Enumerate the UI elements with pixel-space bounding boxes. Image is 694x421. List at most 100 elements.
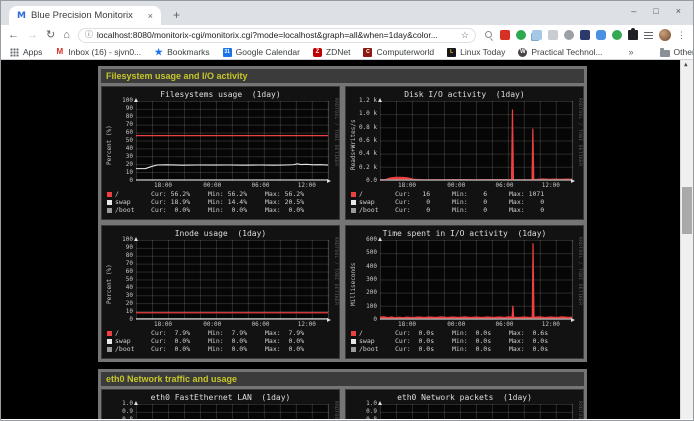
dark-extension-icon[interactable] xyxy=(580,30,590,40)
bookmark-star-icon[interactable]: ☆ xyxy=(461,30,469,41)
zdnet-icon: Z xyxy=(313,48,322,57)
graph-legend: /Cur: 16Min: 6Max: 1071 swapCur: 0Min: 0… xyxy=(349,191,580,214)
network-section: eth0 Network traffic and usage eth0 Fast… xyxy=(98,369,587,419)
calendar-icon: 31 xyxy=(223,48,232,57)
reading-list-icon[interactable] xyxy=(644,32,653,39)
y-axis-label: Reads+Writes/s xyxy=(349,101,358,189)
legend-swatch-boot xyxy=(107,208,112,213)
other-bookmarks[interactable]: Other bookmarks xyxy=(660,47,694,57)
plot-area xyxy=(380,404,573,419)
axis-arrow-up-icon xyxy=(378,98,382,102)
folder-icon xyxy=(660,50,670,57)
rrdtool-watermark: RRDTOOL / TOBI OETIKER xyxy=(333,401,338,419)
graph-time-spent-io[interactable]: Time spent in I/O activity (1day) Millis… xyxy=(345,225,584,359)
legend-swatch-swap xyxy=(107,339,112,344)
legend-swatch-swap xyxy=(351,339,356,344)
tab-title: Blue Precision Monitorix xyxy=(31,10,143,21)
legend-swatch-root xyxy=(351,192,356,197)
close-button[interactable]: × xyxy=(676,6,681,16)
bookmark-inbox[interactable]: M Inbox (16) - sjvn0... xyxy=(55,47,141,57)
rrdtool-watermark: RRDTOOL / TOBI OETIKER xyxy=(333,237,338,305)
plot-area xyxy=(136,240,329,320)
back-button[interactable]: ← xyxy=(8,30,19,41)
legend-row: swapCur: 0.0sMin: 0.0sMax: 0.0s xyxy=(349,338,580,345)
legend-swatch-root xyxy=(107,331,112,336)
rrdtool-watermark: RRDTOOL / TOBI OETIKER xyxy=(577,401,582,419)
graph-inode-usage[interactable]: Inode usage (1day) Percent (%) 100908070… xyxy=(101,225,340,359)
graph-title: Filesystems usage (1day) xyxy=(105,90,336,99)
url-text[interactable]: localhost:8080/monitorix-cgi/monitorix.c… xyxy=(97,30,457,40)
green-extension-icon[interactable] xyxy=(612,30,622,40)
graph-grid: eth0 FastEthernet LAN (1day) 1.00.90.80.… xyxy=(101,389,584,419)
bookmark-computerworld[interactable]: CComputerworld xyxy=(363,47,434,57)
bookmark-google-calendar[interactable]: 31Google Calendar xyxy=(223,47,300,57)
chat-extension-icon[interactable] xyxy=(596,30,606,40)
new-tab-button[interactable]: + xyxy=(173,9,180,21)
forward-button[interactable]: → xyxy=(27,30,38,41)
legend-swatch-boot xyxy=(351,208,356,213)
graph-eth0-packets[interactable]: eth0 Network packets (1day) 1.00.90.80.7… xyxy=(345,389,584,419)
legend-swatch-swap xyxy=(107,200,112,205)
bookmark-bookmarks[interactable]: ★Bookmarks xyxy=(154,47,210,57)
page-scrollbar[interactable]: ▲ xyxy=(680,60,693,419)
rrdtool-watermark: RRDTOOL / TOBI OETIKER xyxy=(577,237,582,305)
extensions-puzzle-icon[interactable] xyxy=(628,30,638,40)
graph-title: eth0 Network packets (1day) xyxy=(349,393,580,402)
bookmark-apps[interactable]: Apps xyxy=(10,47,42,57)
minimize-button[interactable]: – xyxy=(631,6,636,16)
other-bookmarks-label: Other bookmarks xyxy=(674,47,694,57)
search-extension-icon[interactable] xyxy=(484,30,494,40)
filesystem-section: Filesystem usage and I/O activity Filesy… xyxy=(98,66,587,362)
legend-row: swapCur: 0Min: 0Max: 0 xyxy=(349,199,580,206)
bookmark-zdnet[interactable]: ZZDNet xyxy=(313,47,351,57)
wordpress-icon: W xyxy=(518,48,527,57)
rrdtool-watermark: RRDTOOL / TOBI OETIKER xyxy=(577,98,582,166)
plot-area xyxy=(136,101,329,181)
axis-arrow-up-icon xyxy=(378,237,382,241)
axis-arrow-up-icon xyxy=(378,401,382,405)
bookmarks-overflow-chevron[interactable]: » xyxy=(629,47,634,57)
gmail-icon: M xyxy=(55,48,64,57)
copy-pages-extension-icon[interactable] xyxy=(532,30,542,40)
legend-row: /bootCur: 0.0sMin: 0.0sMax: 0.0s xyxy=(349,346,580,353)
reload-button[interactable]: ↻ xyxy=(46,30,55,41)
graph-filesystems-usage[interactable]: Filesystems usage (1day) Percent (%) 100… xyxy=(101,86,340,220)
gmail-extension-icon[interactable] xyxy=(500,30,510,40)
bookmark-practical-technology[interactable]: WPractical Technol... xyxy=(518,47,602,57)
tab-close-icon[interactable]: × xyxy=(148,11,153,21)
graph-title: Inode usage (1day) xyxy=(105,229,336,238)
graph-legend: /Cur: 0.0sMin: 0.0sMax: 0.6s swapCur: 0.… xyxy=(349,330,580,353)
y-axis-ticks: 1.00.90.80.70.60.50.40.30.20.10.0 xyxy=(114,401,136,419)
section-header-filesystem: Filesystem usage and I/O activity xyxy=(101,69,584,83)
speaker-extension-icon[interactable] xyxy=(564,30,574,40)
graph-title: Time spent in I/O activity (1day) xyxy=(349,229,580,238)
legend-row: swapCur: 0.0%Min: 0.0%Max: 0.0% xyxy=(105,338,336,345)
y-axis-label: Percent (%) xyxy=(105,101,114,189)
extension-icons: ⋮ xyxy=(484,29,686,41)
bookmark-label: Bookmarks xyxy=(167,47,210,57)
profile-avatar[interactable] xyxy=(659,29,671,41)
home-button[interactable]: ⌂ xyxy=(63,30,70,41)
scrollbar-thumb[interactable] xyxy=(682,187,692,234)
x-axis-ticks: 18:0000:0006:0012:00 xyxy=(380,181,573,189)
scrollbar-up-arrow-icon[interactable]: ▲ xyxy=(684,61,688,68)
bookmark-label: Apps xyxy=(23,47,42,57)
graph-disk-io-activity[interactable]: Disk I/O activity (1day) Reads+Writes/s … xyxy=(345,86,584,220)
y-axis-label xyxy=(349,404,358,419)
https-extension-icon[interactable] xyxy=(516,30,526,40)
site-info-icon[interactable]: ⓘ xyxy=(85,31,93,39)
browser-tab[interactable]: M Blue Precision Monitorix × xyxy=(9,6,161,25)
menu-kebab-icon[interactable]: ⋮ xyxy=(677,30,686,41)
address-bar[interactable]: ⓘ localhost:8080/monitorix-cgi/monitorix… xyxy=(78,28,476,43)
section-header-network: eth0 Network traffic and usage xyxy=(101,372,584,386)
gray-extension-icon[interactable] xyxy=(548,30,558,40)
tab-strip: M Blue Precision Monitorix × + – □ × xyxy=(1,1,693,25)
bookmark-label: Inbox (16) - sjvn0... xyxy=(68,47,141,57)
computerworld-icon: C xyxy=(363,48,372,57)
graph-eth0-traffic[interactable]: eth0 FastEthernet LAN (1day) 1.00.90.80.… xyxy=(101,389,340,419)
bookmark-linux-today[interactable]: LLinux Today xyxy=(447,47,505,57)
graph-title: eth0 FastEthernet LAN (1day) xyxy=(105,393,336,402)
y-axis-ticks: 1009080706050403020100 xyxy=(114,98,136,184)
maximize-button[interactable]: □ xyxy=(653,6,658,16)
plot-area xyxy=(136,404,329,419)
